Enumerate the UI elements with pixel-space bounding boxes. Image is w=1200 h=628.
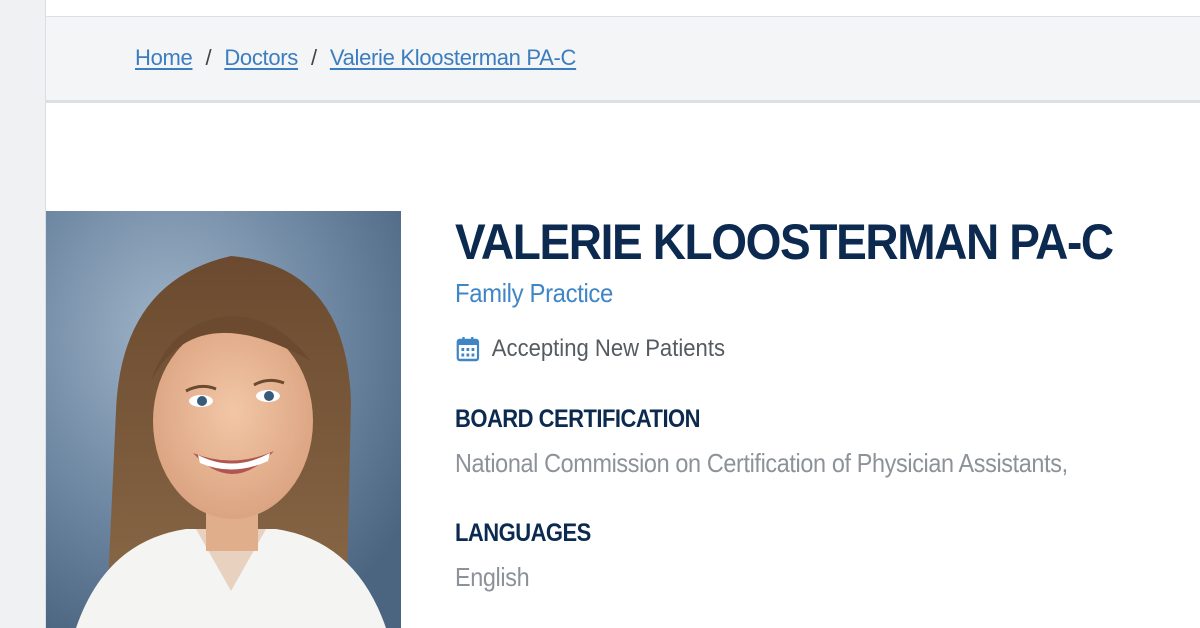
board-certification-section: BOARD CERTIFICATION National Commission …: [455, 405, 1185, 479]
accepting-text: Accepting New Patients: [491, 335, 725, 362]
languages-value: English: [455, 562, 530, 592]
doctor-name: VALERIE KLOOSTERMAN PA-C: [455, 214, 1114, 270]
languages-section: LANGUAGES English: [455, 519, 1185, 593]
doctor-specialty: Family Practice: [455, 278, 613, 308]
board-certification-heading: BOARD CERTIFICATION: [455, 405, 701, 433]
breadcrumb-separator: /: [311, 45, 317, 70]
breadcrumb: Home / Doctors / Valerie Kloosterman PA-C: [135, 45, 576, 71]
board-certification-value: National Commission on Certification of …: [455, 448, 1068, 478]
breadcrumb-current-link[interactable]: Valerie Kloosterman PA-C: [330, 45, 577, 70]
breadcrumb-home-link[interactable]: Home: [135, 45, 193, 70]
calendar-icon: [455, 335, 481, 363]
breadcrumb-doctors-link[interactable]: Doctors: [224, 45, 298, 70]
top-strip: [46, 0, 1200, 17]
doctor-profile: VALERIE KLOOSTERMAN PA-C Family Practice…: [455, 212, 1185, 593]
breadcrumb-separator: /: [205, 45, 212, 70]
languages-heading: LANGUAGES: [455, 519, 591, 547]
breadcrumb-bar: Home / Doctors / Valerie Kloosterman PA-C: [46, 17, 1200, 103]
accepting-new-patients: Accepting New Patients: [455, 335, 1127, 363]
doctor-photo: [46, 211, 401, 628]
left-gutter: [0, 0, 46, 628]
